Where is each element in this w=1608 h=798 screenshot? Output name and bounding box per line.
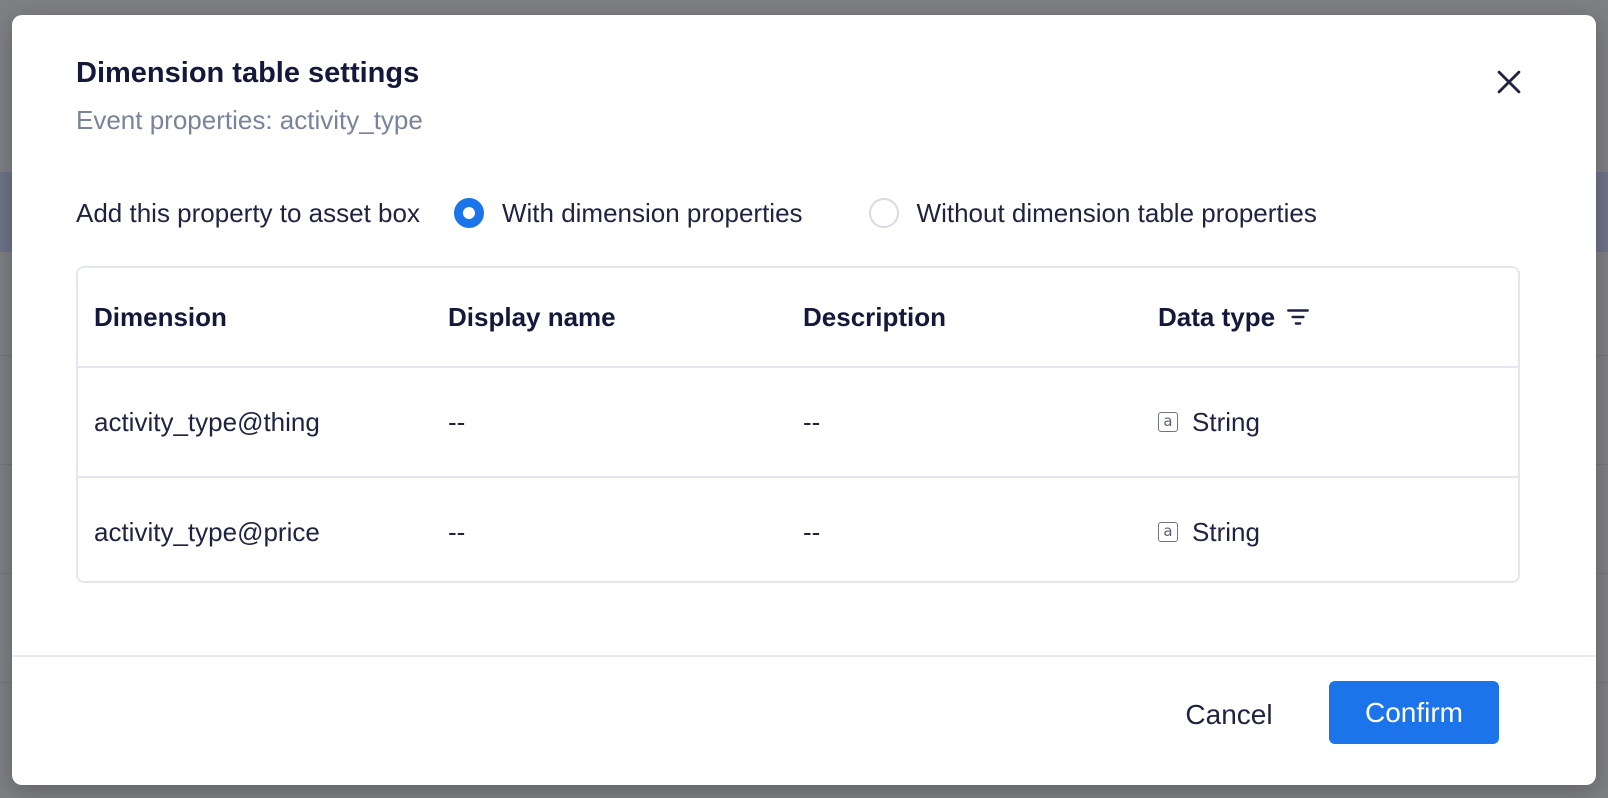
cancel-button[interactable]: Cancel xyxy=(1169,685,1289,745)
column-header-dimension: Dimension xyxy=(94,301,227,332)
cell-display-name: -- xyxy=(448,516,466,547)
table-header-row: Dimension Display name Description Data … xyxy=(78,268,1518,368)
radio-without-dimension-table-properties[interactable]: Without dimension table properties xyxy=(868,197,1317,229)
cell-dimension: activity_type@price xyxy=(94,516,320,547)
filter-icon[interactable] xyxy=(1285,304,1311,330)
radio-label: Without dimension table properties xyxy=(916,197,1317,228)
column-header-display-name: Display name xyxy=(448,301,616,332)
cell-display-name: -- xyxy=(448,406,466,437)
radio-selected-icon[interactable] xyxy=(453,198,484,228)
dialog-title: Dimension table settings xyxy=(76,57,420,89)
close-icon[interactable] xyxy=(1492,65,1526,99)
string-type-icon: a xyxy=(1158,412,1178,432)
cell-data-type: a String xyxy=(1158,368,1260,476)
dimension-table: Dimension Display name Description Data … xyxy=(76,266,1520,583)
radio-label: With dimension properties xyxy=(501,197,803,228)
radio-unselected-icon[interactable] xyxy=(868,198,899,228)
column-header-data-type-label: Data type xyxy=(1158,301,1276,332)
footer-divider xyxy=(12,655,1596,657)
table-row: activity_type@price -- -- a String xyxy=(78,478,1518,581)
cell-dimension: activity_type@thing xyxy=(94,406,320,437)
cell-description: -- xyxy=(803,406,821,437)
table-row: activity_type@thing -- -- a String xyxy=(78,368,1518,478)
dimension-settings-dialog: Dimension table settings Event propertie… xyxy=(12,15,1596,785)
string-type-icon: a xyxy=(1158,522,1178,542)
asset-box-label: Add this property to asset box xyxy=(76,197,420,228)
asset-box-option-row: Add this property to asset box With dime… xyxy=(76,193,1383,233)
cell-description: -- xyxy=(803,516,821,547)
dialog-subtitle: Event properties: activity_type xyxy=(76,105,423,135)
radio-with-dimension-properties[interactable]: With dimension properties xyxy=(453,197,803,229)
column-header-data-type: Data type xyxy=(1158,268,1311,366)
confirm-button[interactable]: Confirm xyxy=(1329,681,1499,744)
data-type-label: String xyxy=(1192,406,1260,437)
column-header-description: Description xyxy=(803,301,947,332)
data-type-label: String xyxy=(1192,516,1260,547)
cell-data-type: a String xyxy=(1158,478,1260,581)
